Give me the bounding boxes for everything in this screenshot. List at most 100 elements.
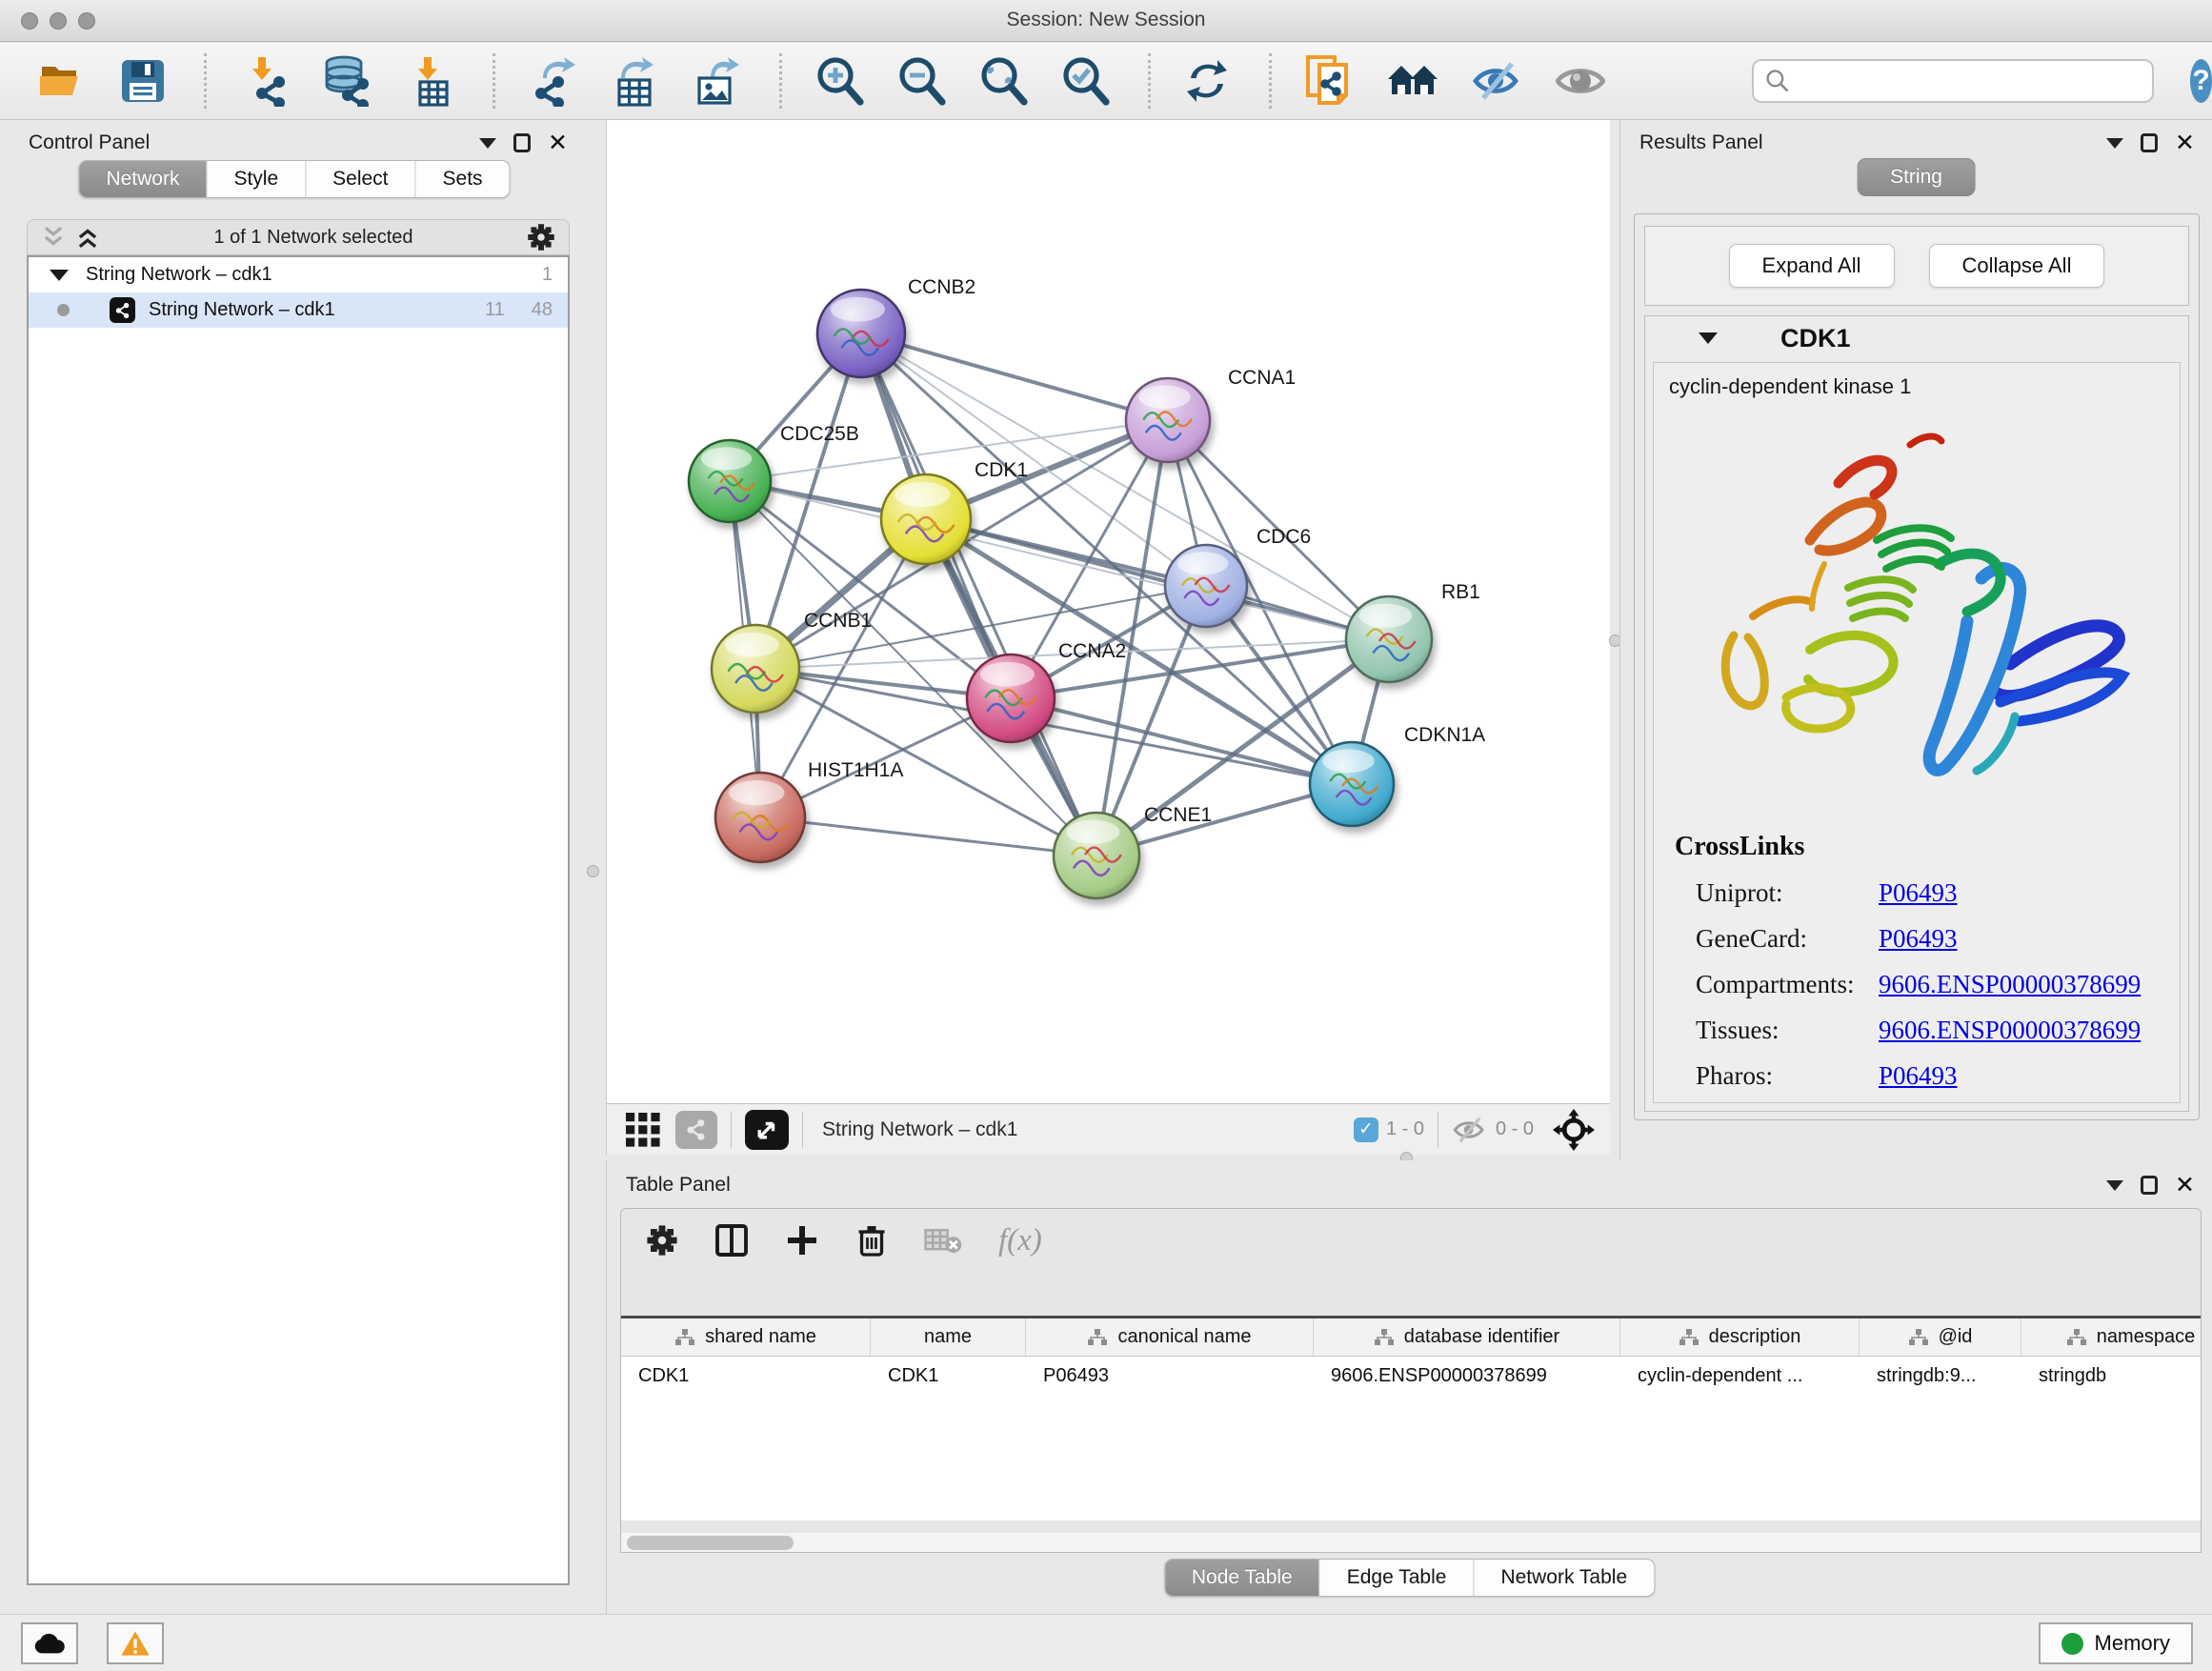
hide-selected-button[interactable] [1472,54,1523,108]
save-icon [120,58,166,104]
network-view[interactable]: CCNB2CCNA1CDC25BCDK1CDC6RB1CCNB1CCNA2CDK… [606,120,1610,1103]
export-table-button[interactable] [610,54,659,108]
column-header-database-identifier[interactable]: database identifier [1314,1319,1620,1356]
table-row[interactable]: CDK1CDK1P064939606.ENSP00000378699cyclin… [621,1357,2202,1395]
zoom-fit-button[interactable] [978,54,1028,108]
string-view-icon[interactable] [675,1111,717,1149]
warning-status-button[interactable] [107,1622,164,1664]
expand-all-button[interactable]: Expand All [1729,244,1895,288]
column-header-canonical-name[interactable]: canonical name [1026,1319,1314,1356]
panel-close-icon[interactable]: ✕ [2175,133,2195,152]
clone-network-button[interactable] [1304,54,1354,108]
tab-network[interactable]: Network [79,161,206,197]
collapse-all-icon[interactable] [41,225,66,250]
delete-column-icon[interactable] [855,1223,888,1258]
gene-collapse-icon[interactable] [1699,332,1718,344]
node-CCNB2[interactable] [817,290,905,377]
refresh-icon [1183,57,1231,105]
table-gear-icon[interactable] [646,1224,678,1257]
panel-close-icon[interactable]: ✕ [548,133,568,152]
tab-style[interactable]: Style [206,161,305,197]
tab-sets[interactable]: Sets [415,161,510,197]
zoom-out-button[interactable] [896,54,946,108]
toolbar-separator [779,53,782,109]
tab-edge-table[interactable]: Edge Table [1319,1560,1474,1596]
expand-all-icon[interactable] [75,225,100,250]
panel-float-icon[interactable] [513,133,531,152]
edge-HIST1H1A-CCNE1[interactable] [760,817,1096,856]
pan-crosshair-icon[interactable] [1553,1109,1595,1151]
node-CCNA2[interactable] [967,654,1055,742]
table-panel: Table Panel ✕ [606,1160,2212,1614]
node-CDC6[interactable] [1165,545,1247,627]
import-network-file-button[interactable] [239,54,289,108]
add-column-icon[interactable] [785,1223,819,1258]
network-collection-row[interactable]: String Network – cdk1 1 [29,257,568,292]
crosslink-label: Pharos: [1696,1061,1879,1091]
node-CDC25B[interactable] [689,440,771,522]
crosslink-link[interactable]: 9606.ENSP00000378699 [1879,1016,2141,1045]
export-network-button[interactable] [528,54,577,108]
crosslink-link[interactable]: P06493 [1879,1061,1958,1091]
column-header-description[interactable]: description [1620,1319,1860,1356]
column-label: namespace [2097,1326,2195,1348]
memory-button[interactable]: Memory [2039,1622,2193,1664]
show-all-button[interactable] [1556,54,1605,108]
table-hscrollbar[interactable] [621,1533,2202,1553]
zoom-selected-button[interactable] [1060,54,1110,108]
tab-network-table[interactable]: Network Table [1473,1560,1654,1596]
node-CDK1[interactable] [881,474,971,564]
column-header--id[interactable]: @id [1860,1319,2021,1356]
zoom-in-button[interactable] [814,54,864,108]
birdseye-view-icon[interactable] [745,1110,789,1150]
network-graph[interactable]: CCNB2CCNA1CDC25BCDK1CDC6RB1CCNB1CCNA2CDK… [607,120,1611,1103]
selected-checkbox-icon[interactable]: ✓ [1354,1117,1378,1142]
crosslink-link[interactable]: 9606.ENSP00000378699 [1879,970,2141,999]
edge-CDK1-RB1[interactable] [926,519,1389,639]
cloud-status-button[interactable] [21,1622,78,1664]
column-header-namespace[interactable]: namespace [2021,1319,2202,1356]
left-splitter-grip[interactable] [587,865,599,877]
gear-icon[interactable] [527,223,555,252]
tab-string[interactable]: String [1857,158,1976,196]
search-input[interactable] [1790,70,2152,92]
node-RB1[interactable] [1346,596,1432,682]
home-button[interactable] [1386,54,1439,108]
show-columns-icon[interactable] [714,1223,749,1258]
node-CCNE1[interactable] [1054,813,1139,898]
import-table-file-button[interactable] [405,54,454,108]
node-CCNB1[interactable] [712,625,799,713]
column-header-shared-name[interactable]: shared name [621,1319,871,1356]
save-session-button[interactable] [120,54,166,108]
network-row[interactable]: String Network – cdk1 11 48 [29,292,568,328]
tree-collapse-icon[interactable] [50,270,69,281]
hscrollbar-thumb[interactable] [627,1536,794,1550]
help-button[interactable]: ? [2190,59,2212,103]
open-session-button[interactable] [38,54,88,108]
edge-CCNA2-CDKN1A[interactable] [1011,698,1352,784]
node-HIST1H1A[interactable] [715,773,805,862]
crosslink-link[interactable]: P06493 [1879,878,1958,908]
crosslink-link[interactable]: P06493 [1879,924,1958,954]
grid-view-icon[interactable] [624,1111,662,1149]
node-CDKN1A[interactable] [1310,742,1394,826]
refresh-layout-button[interactable] [1183,54,1231,108]
panel-menu-icon[interactable] [479,138,496,149]
network-selection-status: 1 of 1 Network selected [100,227,527,249]
panel-menu-icon[interactable] [2106,1180,2123,1191]
toolbar-search[interactable] [1752,59,2154,103]
import-network-database-button[interactable] [321,54,372,108]
panel-float-icon[interactable] [2141,133,2158,152]
tab-node-table[interactable]: Node Table [1165,1560,1319,1596]
column-header-name[interactable]: name [871,1319,1026,1356]
tab-select[interactable]: Select [305,161,414,197]
panel-menu-icon[interactable] [2106,138,2123,149]
export-image-button[interactable] [692,54,741,108]
zoom-out-icon [896,56,946,106]
node-CCNA1[interactable] [1126,378,1210,462]
gene-header-row[interactable]: CDK1 [1645,316,2188,360]
node-label-CCNA1: CCNA1 [1228,367,1296,389]
panel-close-icon[interactable]: ✕ [2175,1176,2195,1195]
panel-float-icon[interactable] [2141,1176,2158,1195]
collapse-all-button[interactable]: Collapse All [1929,244,2105,288]
